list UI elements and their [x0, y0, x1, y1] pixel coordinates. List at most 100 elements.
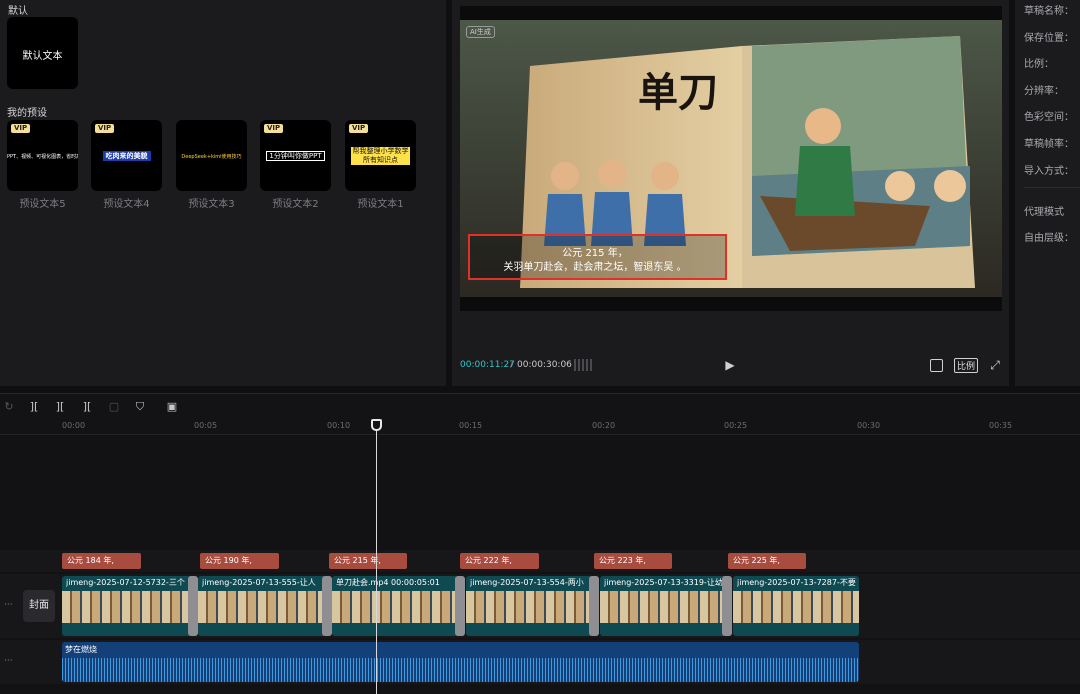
preset-sample-5: PPT、视频、可视化图表，省时高效: [7, 154, 78, 160]
prop-ratio: 比例：: [1024, 59, 1054, 70]
video-clip-title: jimeng-2025-07-13-3319-让幼: [604, 578, 723, 587]
total-time: 00:00:30:06: [517, 360, 572, 370]
crop-fit-icon[interactable]: [930, 359, 943, 372]
audio-clip-title: 梦在燃烧: [65, 645, 97, 654]
ruler-tick: 00:00: [62, 421, 86, 430]
subtitle-track: [0, 550, 1080, 572]
play-icon[interactable]: ▶: [722, 358, 738, 372]
video-clip-title: jimeng-2025-07-12-5732-三个: [66, 578, 185, 587]
video-preview[interactable]: 单刀 公元 215 年， 关羽单刀赴会，赴会肃之坛，智退东吴 。 AI生成: [460, 6, 1002, 311]
video-clip[interactable]: jimeng-2025-07-13-3319-让幼: [600, 576, 727, 636]
current-time: 00:00:11:27: [460, 360, 515, 370]
subtitle-clip[interactable]: 公元 223 年,: [594, 553, 672, 569]
playhead[interactable]: [376, 429, 377, 694]
prop-import-mode: 导入方式：: [1024, 166, 1074, 177]
transition-handle[interactable]: [188, 576, 198, 636]
clip-thumbnails: [198, 591, 327, 623]
preset-card-4[interactable]: VIP 吃肉来的美貌: [91, 120, 162, 191]
subtitle-clip[interactable]: 公元 222 年,: [460, 553, 539, 569]
video-frame-illustration: 单刀 公元 215 年， 关羽单刀赴会，赴会肃之坛，智退东吴 。: [460, 6, 1002, 311]
video-track-more-icon[interactable]: ···: [4, 600, 13, 610]
clip-thumbnails: [733, 591, 859, 623]
vip-badge: VIP: [95, 124, 115, 133]
ruler-tick: 00:35: [989, 421, 1013, 430]
text-presets-panel: 默认 默认文本 我的预设 VIP PPT、视频、可视化图表，省时高效 预设文本5…: [0, 0, 446, 386]
preset-caption-1: 预设文本1: [357, 199, 404, 210]
video-clip-title: 单刀赴会.mp4 00:00:05:01: [336, 578, 440, 587]
fullscreen-icon[interactable]: ⤢: [988, 358, 1002, 372]
video-clip[interactable]: 单刀赴会.mp4 00:00:05:01: [332, 576, 458, 636]
ruler-tick: 00:15: [459, 421, 483, 430]
time-ruler[interactable]: 00:00 00:05 00:10 00:15 00:20 00:25 00:3…: [0, 419, 1080, 435]
prop-proxy-mode: 代理模式: [1024, 207, 1064, 218]
preset-sample-1: 帮我整理小学数学所有知识点: [351, 147, 410, 165]
preset-card-5[interactable]: VIP PPT、视频、可视化图表，省时高效: [7, 120, 78, 191]
split-right-icon[interactable]: ][: [80, 400, 94, 414]
preset-card-1[interactable]: VIP 帮我整理小学数学所有知识点: [345, 120, 416, 191]
video-clip[interactable]: jimeng-2025-07-13-554-两小: [466, 576, 592, 636]
playhead-handle-icon[interactable]: [371, 419, 382, 431]
subtitle-line-2: 关羽单刀赴会，赴会肃之坛，智退东吴 。: [503, 260, 686, 273]
preset-caption-5: 预设文本5: [19, 199, 66, 210]
video-clip-title: jimeng-2025-07-13-555-让人: [202, 578, 316, 587]
prop-save-location: 保存位置：: [1024, 33, 1074, 44]
ruler-tick: 00:30: [857, 421, 881, 430]
split-icon[interactable]: ][: [27, 400, 41, 414]
prop-frame-rate: 草稿帧率：: [1024, 139, 1074, 150]
ruler-tick: 00:25: [724, 421, 748, 430]
audio-track-more-icon[interactable]: ···: [4, 656, 13, 666]
cover-button[interactable]: 封面: [23, 590, 55, 622]
video-clip-title: jimeng-2025-07-13-7287-不要: [737, 578, 856, 587]
book-title-text: 单刀: [638, 69, 718, 116]
prop-resolution: 分辨率：: [1024, 86, 1064, 97]
marker-icon[interactable]: ⛉: [133, 400, 147, 414]
default-section-label: 默认: [8, 6, 28, 17]
audio-waveform: [62, 658, 859, 682]
default-text-label: 默认文本: [22, 51, 63, 62]
preset-caption-4: 预设文本4: [103, 199, 150, 210]
video-clip-title: jimeng-2025-07-13-554-两小: [470, 578, 584, 587]
prop-free-layer: 自由层级：: [1024, 233, 1074, 244]
vip-badge: VIP: [11, 124, 31, 133]
clip-thumbnails: [62, 591, 192, 623]
preset-sample-4: 吃肉来的美貌: [102, 151, 151, 161]
default-text-card[interactable]: 默认文本: [7, 17, 78, 89]
timecode-format-icon[interactable]: [574, 359, 592, 371]
clip-thumbnails: [600, 591, 727, 623]
redo-icon[interactable]: ↻: [2, 400, 16, 414]
preset-caption-2: 预设文本2: [272, 199, 319, 210]
ruler-tick: 00:10: [327, 421, 351, 430]
vip-badge: VIP: [349, 124, 369, 133]
video-clip[interactable]: jimeng-2025-07-12-5732-三个: [62, 576, 192, 636]
image-freeze-icon[interactable]: ▣: [165, 400, 179, 414]
my-presets-label: 我的预设: [7, 108, 47, 119]
video-clip[interactable]: jimeng-2025-07-13-7287-不要: [733, 576, 859, 636]
draft-properties-panel: 草稿名称： 保存位置： 比例： 分辨率： 色彩空间： 草稿帧率： 导入方式： 代…: [1015, 0, 1080, 386]
clip-thumbnails: [332, 591, 458, 623]
preset-sample-2: 1分钟叫你做PPT: [266, 151, 325, 161]
ruler-tick: 00:05: [194, 421, 218, 430]
preset-card-2[interactable]: VIP 1分钟叫你做PPT: [260, 120, 331, 191]
transition-handle[interactable]: [322, 576, 332, 636]
video-clip[interactable]: jimeng-2025-07-13-555-让人: [198, 576, 327, 636]
subtitle-clip[interactable]: 公元 225 年,: [728, 553, 806, 569]
audio-clip[interactable]: 梦在燃烧: [62, 642, 859, 682]
clip-thumbnails: [466, 591, 592, 623]
subtitle-clip[interactable]: 公元 184 年,: [62, 553, 141, 569]
transition-handle[interactable]: [589, 576, 599, 636]
preset-card-3[interactable]: DeepSeek+kimi使用技巧: [176, 120, 247, 191]
transition-handle[interactable]: [722, 576, 732, 636]
subtitle-clip[interactable]: 公元 190 年,: [200, 553, 279, 569]
delete-icon[interactable]: ▢: [107, 400, 121, 414]
prop-draft-name: 草稿名称：: [1024, 6, 1074, 17]
split-left-icon[interactable]: ][: [53, 400, 67, 414]
ai-generated-badge: AI生成: [466, 26, 495, 38]
subtitle-line-1: 公元 215 年，: [562, 246, 627, 259]
timeline-toolbar: ↻ ][ ][ ][ ▢ ⛉ ▣: [0, 393, 1080, 419]
ratio-button[interactable]: 比例: [954, 358, 979, 373]
vip-badge: VIP: [264, 124, 284, 133]
subtitle-clip[interactable]: 公元 215 年,: [329, 553, 407, 569]
prop-color-space: 色彩空间：: [1024, 112, 1074, 123]
preset-sample-3: DeepSeek+kimi使用技巧: [181, 154, 242, 160]
transition-handle[interactable]: [455, 576, 465, 636]
